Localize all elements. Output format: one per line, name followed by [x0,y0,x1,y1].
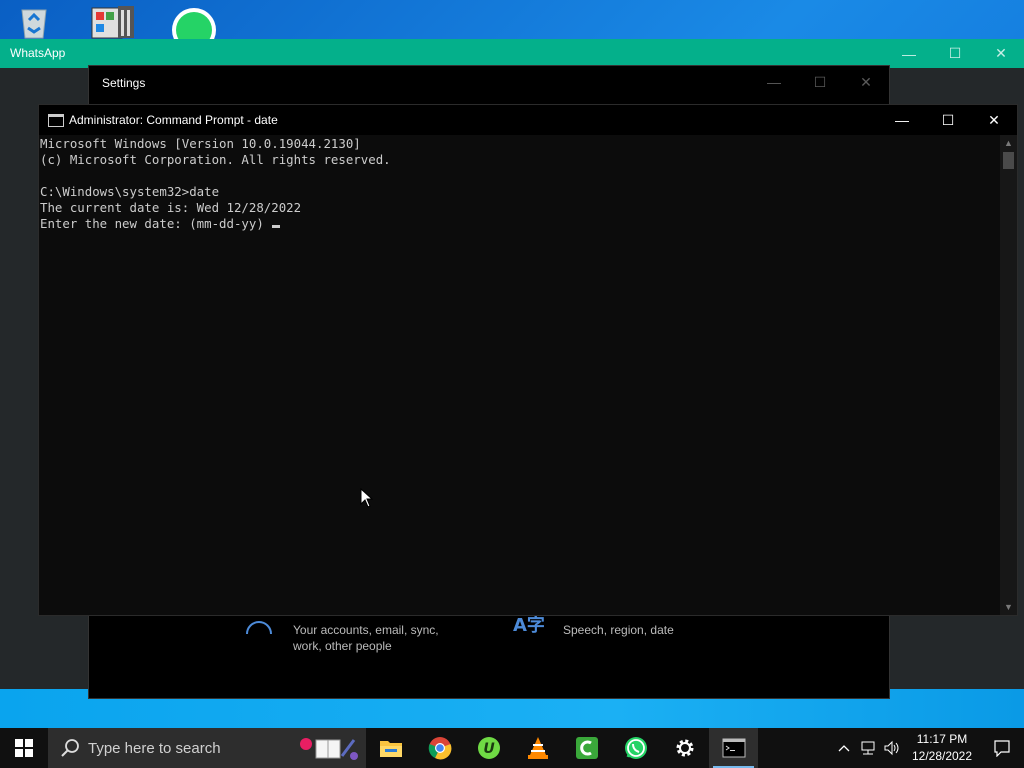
settings-title: Settings [102,76,146,90]
taskbar-settings[interactable] [660,728,709,768]
cmd-scrollbar[interactable]: ▲ ▼ [1000,135,1017,615]
text-cursor [271,225,280,228]
clock-time: 11:17 PM [916,732,968,746]
accounts-description: Your accounts, email, sync, work, other … [293,623,439,653]
scroll-thumb[interactable] [1003,152,1014,169]
cmd-minimize-button[interactable]: — [879,105,925,135]
upwork-icon: U [477,737,500,759]
whatsapp-close-button[interactable]: ✕ [978,39,1024,68]
taskbar-file-explorer[interactable] [366,728,415,768]
whatsapp-desktop-icon[interactable] [168,0,228,52]
network-icon[interactable] [856,728,880,768]
recycle-bin-icon[interactable] [14,0,74,40]
search-highlight-icon [300,738,358,760]
settings-time-language-item[interactable]: Speech, region, date [563,622,723,638]
settings-accounts-item[interactable]: Your accounts, email, sync, work, other … [293,622,453,654]
console-output[interactable]: Microsoft Windows [Version 10.0.19044.21… [40,136,391,232]
start-button[interactable] [0,728,48,768]
vlc-icon [527,737,548,759]
settings-maximize-button[interactable]: ☐ [797,66,843,98]
mouse-pointer-icon [360,487,374,508]
whatsapp-title: WhatsApp [10,46,66,60]
whatsapp-titlebar[interactable]: WhatsApp — ☐ ✕ [0,39,1024,68]
console-line: Microsoft Windows [Version 10.0.19044.21… [40,136,361,151]
cmd-close-button[interactable]: ✕ [971,105,1017,135]
desktop-app-icon[interactable] [88,0,148,40]
chrome-icon [428,737,451,760]
cmd-title: Administrator: Command Prompt - date [69,113,278,127]
volume-icon[interactable] [880,728,904,768]
whatsapp-minimize-button[interactable]: — [886,39,932,68]
taskbar-chrome[interactable] [415,728,464,768]
taskbar-vlc[interactable] [513,728,562,768]
svg-text:U: U [483,741,495,757]
whatsapp-icon [624,737,647,759]
settings-titlebar[interactable]: Settings — ☐ ✕ [89,66,889,98]
taskbar-whatsapp[interactable] [611,728,660,768]
cmd-maximize-button[interactable]: ☐ [925,105,971,135]
cmd-titlebar[interactable]: Administrator: Command Prompt - date — ☐… [39,105,1017,135]
command-prompt-window: Administrator: Command Prompt - date — ☐… [38,104,1018,616]
clock-date: 12/28/2022 [911,749,973,763]
whatsapp-maximize-button[interactable]: ☐ [932,39,978,68]
console-line: C:\Windows\system32>date [40,184,220,199]
notifications-icon[interactable] [980,728,1024,768]
system-tray: 11:17 PM 12/28/2022 [832,728,1024,768]
settings-icon [676,739,693,757]
taskbar: Type here to search U 11:17 PM 12/28/202… [0,728,1024,768]
command-prompt-icon [722,738,745,758]
console-input-line[interactable]: Enter the new date: (mm-dd-yy) [40,216,391,232]
file-explorer-icon [379,741,402,757]
settings-minimize-button[interactable]: — [751,66,797,98]
scroll-up-icon[interactable]: ▲ [1000,135,1017,151]
search-placeholder: Type here to search [88,739,221,757]
command-prompt-icon [48,114,64,127]
camtasia-icon [575,737,598,759]
taskbar-clock[interactable]: 11:17 PM 12/28/2022 [904,731,980,765]
taskbar-upwork[interactable]: U [464,728,513,768]
accounts-icon [245,614,273,638]
time-language-description: Speech, region, date [563,623,674,637]
search-box[interactable]: Type here to search [48,728,366,768]
console-line: (c) Microsoft Corporation. All rights re… [40,152,391,167]
console-line: The current date is: Wed 12/28/2022 [40,200,302,215]
taskbar-camtasia[interactable] [562,728,611,768]
settings-close-button[interactable]: ✕ [843,66,889,98]
search-icon [61,739,79,757]
console-prompt: Enter the new date: (mm-dd-yy) [40,216,264,231]
show-hidden-icons-icon[interactable] [832,728,856,768]
windows-logo-icon [15,739,33,757]
taskbar-command-prompt[interactable] [709,728,758,768]
scroll-down-icon[interactable]: ▼ [1000,599,1017,615]
